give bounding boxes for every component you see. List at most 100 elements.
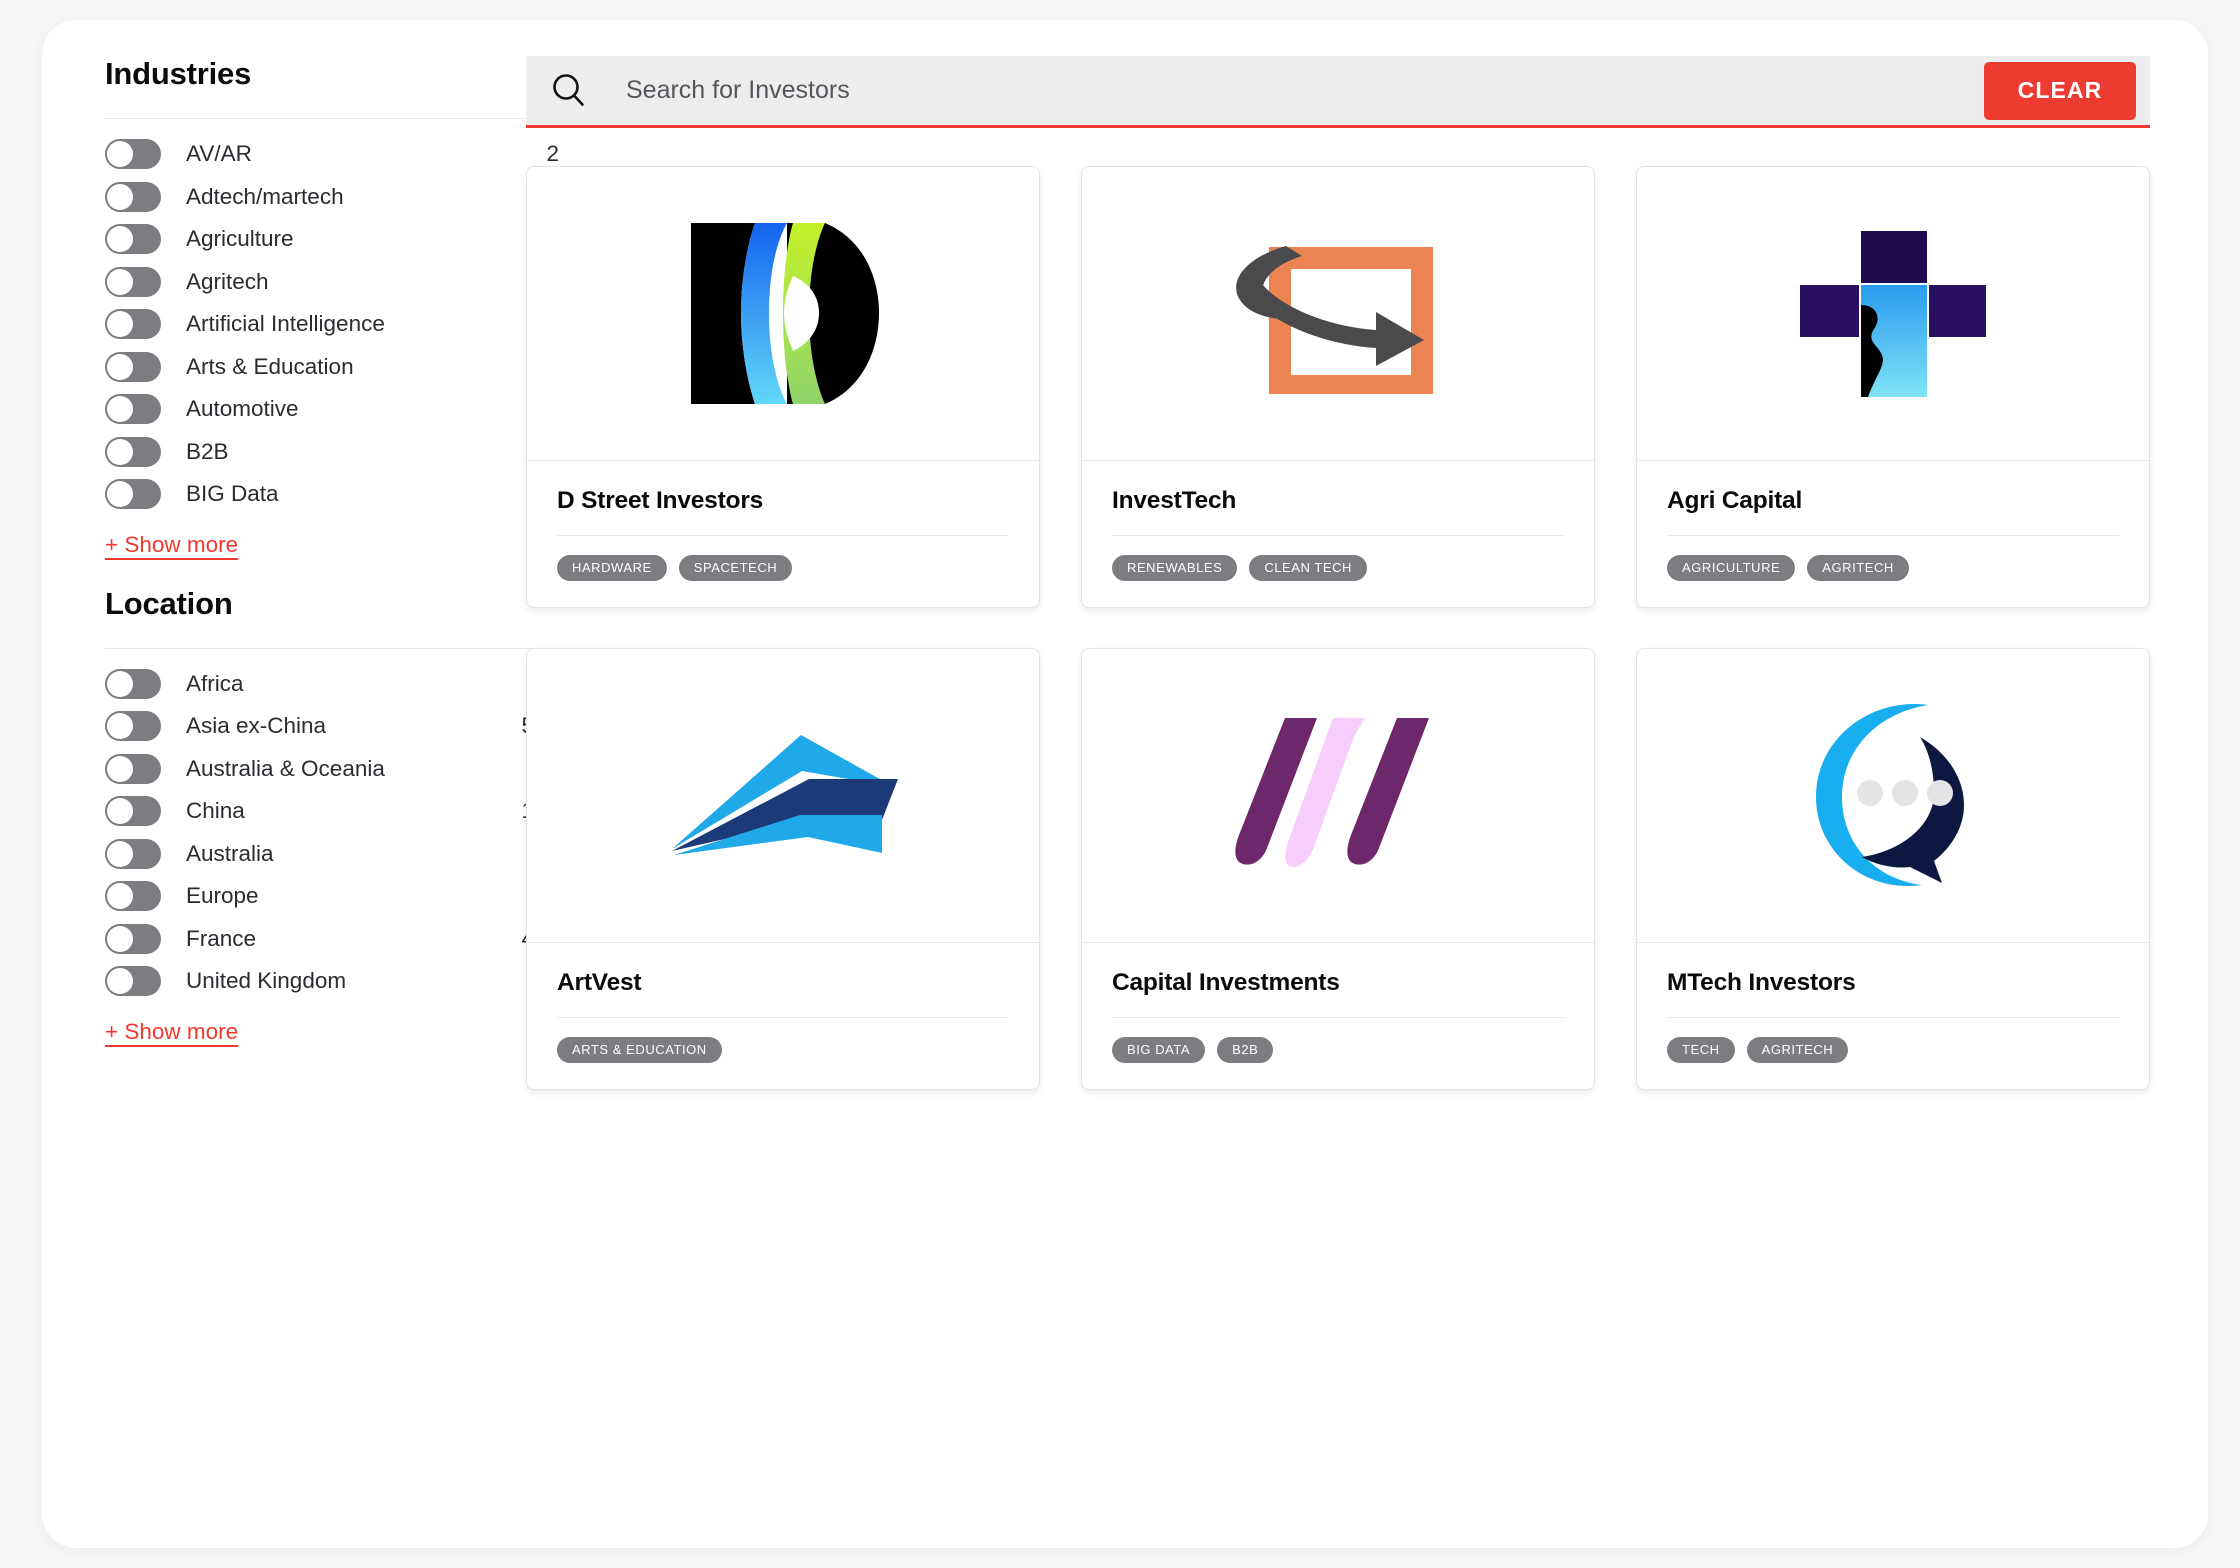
toggle-knob	[107, 396, 133, 422]
investor-logo	[527, 167, 1039, 461]
investor-tag-row: RENEWABLES CLEAN TECH	[1112, 555, 1564, 581]
toggle-knob	[107, 883, 133, 909]
facet-toggle[interactable]	[105, 309, 161, 339]
purple-ribbons-logo	[1231, 716, 1446, 876]
industries-show-more[interactable]: + Show more	[105, 532, 238, 558]
facet-toggle[interactable]	[105, 754, 161, 784]
facet-toggle[interactable]	[105, 224, 161, 254]
facet-label: France	[186, 926, 521, 952]
toggle-knob	[107, 798, 133, 824]
clear-button[interactable]: CLEAR	[1984, 62, 2136, 120]
investor-tag-row: TECH AGRITECH	[1667, 1037, 2119, 1063]
location-show-more[interactable]: + Show more	[105, 1019, 238, 1045]
investor-logo	[527, 649, 1039, 943]
investor-tag[interactable]: AGRITECH	[1747, 1037, 1849, 1063]
facet-label: United Kingdom	[186, 968, 534, 994]
facet-toggle[interactable]	[105, 267, 161, 297]
blue-chevron-wings-logo	[668, 733, 898, 858]
facet-toggle[interactable]	[105, 352, 161, 382]
investor-card-divider	[1667, 535, 2119, 536]
facet-toggle[interactable]	[105, 966, 161, 996]
facet-toggle[interactable]	[105, 139, 161, 169]
facet-toggle[interactable]	[105, 711, 161, 741]
facet-toggle[interactable]	[105, 796, 161, 826]
toggle-knob	[107, 481, 133, 507]
investor-tag[interactable]: CLEAN TECH	[1249, 555, 1367, 581]
investor-card[interactable]: InvestTech RENEWABLES CLEAN TECH	[1081, 166, 1595, 608]
investor-tag[interactable]: BIG DATA	[1112, 1037, 1205, 1063]
investor-tag-row: AGRICULTURE AGRITECH	[1667, 555, 2119, 581]
investor-card-body: D Street Investors HARDWARE SPACETECH	[527, 461, 1039, 607]
facet-toggle[interactable]	[105, 669, 161, 699]
facet-toggle[interactable]	[105, 924, 161, 954]
facet-label: Automotive	[186, 396, 534, 422]
toggle-knob	[107, 439, 133, 465]
toggle-knob	[107, 926, 133, 952]
investor-card-divider	[1667, 1017, 2119, 1018]
facet-label: Europe	[186, 883, 534, 909]
search-icon	[550, 72, 588, 110]
facet-toggle[interactable]	[105, 182, 161, 212]
investor-card-divider	[557, 535, 1009, 536]
facet-toggle[interactable]	[105, 839, 161, 869]
investor-tag[interactable]: AGRICULTURE	[1667, 555, 1795, 581]
facet-label: Arts & Education	[186, 354, 534, 380]
search-input[interactable]	[626, 76, 1984, 105]
facet-toggle[interactable]	[105, 881, 161, 911]
investor-name: D Street Investors	[557, 487, 1009, 515]
chat-bubble-crescent-logo	[1798, 701, 1988, 891]
toggle-knob	[107, 841, 133, 867]
investor-name: Capital Investments	[1112, 969, 1564, 997]
app-shell: Industries AV/AR2Adtech/martech4Agricult…	[42, 20, 2208, 1548]
investor-card-body: Capital Investments BIG DATA B2B	[1082, 943, 1594, 1089]
investor-tag[interactable]: RENEWABLES	[1112, 555, 1237, 581]
investor-card[interactable]: Capital Investments BIG DATA B2B	[1081, 648, 1595, 1090]
investor-tag[interactable]: HARDWARE	[557, 555, 667, 581]
facet-label: B2B	[186, 439, 534, 465]
toggle-knob	[107, 311, 133, 337]
toggle-knob	[107, 713, 133, 739]
investor-card-body: MTech Investors TECH AGRITECH	[1637, 943, 2149, 1089]
facet-toggle[interactable]	[105, 479, 161, 509]
facet-label: Agritech	[186, 269, 534, 295]
investor-logo	[1082, 649, 1594, 943]
letter-d-gradient-logo	[683, 221, 883, 406]
facet-toggle[interactable]	[105, 437, 161, 467]
investor-tag[interactable]: B2B	[1217, 1037, 1273, 1063]
search-bar: CLEAR	[526, 56, 2150, 128]
investor-name: ArtVest	[557, 969, 1009, 997]
investor-tag[interactable]: TECH	[1667, 1037, 1735, 1063]
toggle-knob	[107, 141, 133, 167]
toggle-knob	[107, 756, 133, 782]
investor-card[interactable]: D Street Investors HARDWARE SPACETECH	[526, 166, 1040, 608]
facet-label: Asia ex-China	[186, 713, 521, 739]
investor-card-divider	[1112, 1017, 1564, 1018]
investor-tag[interactable]: AGRITECH	[1807, 555, 1909, 581]
cross-leaf-logo	[1798, 229, 1988, 399]
toggle-knob	[107, 968, 133, 994]
investor-card-body: ArtVest ARTS & EDUCATION	[527, 943, 1039, 1089]
investor-card[interactable]: MTech Investors TECH AGRITECH	[1636, 648, 2150, 1090]
toggle-knob	[107, 184, 133, 210]
facet-toggle[interactable]	[105, 394, 161, 424]
results-main: CLEAR D Street Investors HARDWARE SPACETEC…	[484, 56, 2178, 1548]
toggle-knob	[107, 671, 133, 697]
investor-card[interactable]: ArtVest ARTS & EDUCATION	[526, 648, 1040, 1090]
investor-tag[interactable]: ARTS & EDUCATION	[557, 1037, 722, 1063]
investor-name: MTech Investors	[1667, 969, 2119, 997]
investor-tag-row: HARDWARE SPACETECH	[557, 555, 1009, 581]
investor-card-divider	[1112, 535, 1564, 536]
investor-card-divider	[557, 1017, 1009, 1018]
investor-card[interactable]: Agri CapitalAGRICULTUREAGRITECH	[1636, 166, 2150, 608]
facet-label: China	[186, 798, 521, 824]
investor-name: InvestTech	[1112, 487, 1564, 515]
toggle-knob	[107, 354, 133, 380]
investor-tag[interactable]: SPACETECH	[679, 555, 792, 581]
investor-card-body: Agri CapitalAGRICULTUREAGRITECH	[1637, 461, 2149, 607]
toggle-knob	[107, 226, 133, 252]
facet-label: BIG Data	[186, 481, 534, 507]
facet-label: Australia & Oceania	[186, 756, 534, 782]
investor-logo	[1637, 167, 2149, 461]
investor-tag-row: BIG DATA B2B	[1112, 1037, 1564, 1063]
investor-card-body: InvestTech RENEWABLES CLEAN TECH	[1082, 461, 1594, 607]
